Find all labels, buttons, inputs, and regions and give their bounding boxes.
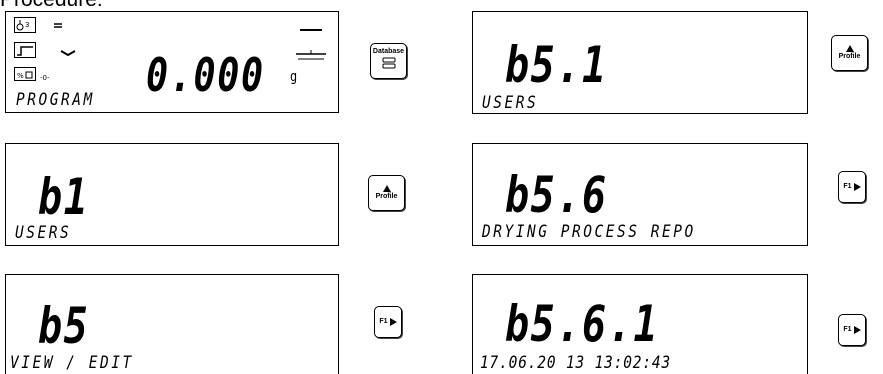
f1-button[interactable]: F1 bbox=[838, 314, 866, 346]
f1-label: F1 bbox=[843, 183, 852, 190]
arrow-right-icon bbox=[389, 318, 397, 326]
tare-icon bbox=[294, 26, 328, 73]
display-panel-b5-6-1: b5.6.1 17.06.20 13 13:02:43 bbox=[472, 274, 808, 374]
arrow-up-icon bbox=[382, 185, 391, 192]
display-panel-program: 3 % -0- 0.000 g PROGRAM bbox=[5, 11, 339, 113]
display-panel-b1: b1 USERS bbox=[5, 143, 339, 246]
profile-button[interactable]: Profile bbox=[368, 175, 405, 211]
menu-code: b5.6.1 bbox=[505, 295, 660, 353]
menu-code: b5.1 bbox=[505, 36, 608, 94]
profile-label: Profile bbox=[838, 53, 861, 60]
arrow-right-icon bbox=[853, 326, 861, 334]
percent-icon: % bbox=[14, 67, 36, 81]
menu-code: b1 bbox=[38, 168, 90, 226]
menu-label: USERS bbox=[482, 93, 539, 113]
f1-label: F1 bbox=[843, 326, 852, 333]
profile-button[interactable]: Profile bbox=[831, 35, 868, 71]
menu-code: b5.6 bbox=[505, 166, 608, 224]
pan-level-icon bbox=[60, 44, 76, 62]
menu-code: b5 bbox=[38, 297, 90, 355]
display-panel-b5-1: b5.1 USERS bbox=[472, 11, 808, 114]
f1-label: F1 bbox=[379, 318, 388, 325]
svg-text:%: % bbox=[17, 72, 24, 80]
battery-indicator-icon bbox=[53, 17, 63, 35]
drying-icon bbox=[14, 42, 36, 58]
date-time-readout: 17.06.20 13 13:02:43 bbox=[480, 353, 671, 373]
display-panel-b5: b5 VIEW / EDIT bbox=[5, 274, 339, 374]
f1-button[interactable]: F1 bbox=[838, 171, 866, 203]
database-button[interactable]: Database bbox=[370, 43, 407, 79]
menu-label: USERS bbox=[15, 223, 72, 243]
menu-label: DRYING PROCESS REPO bbox=[482, 222, 696, 242]
menu-label: VIEW / EDIT bbox=[10, 353, 134, 373]
weight-readout: 0.000 bbox=[146, 48, 265, 102]
menu-label: PROGRAM bbox=[16, 90, 95, 110]
f1-button[interactable]: F1 bbox=[374, 306, 402, 338]
database-icon bbox=[382, 56, 396, 74]
zero-indicator: -0- bbox=[40, 74, 50, 82]
arrow-right-icon bbox=[853, 183, 861, 191]
database-label: Database bbox=[372, 48, 405, 55]
profile-label: Profile bbox=[375, 193, 398, 200]
display-panel-b5-6: b5.6 DRYING PROCESS REPO bbox=[472, 143, 808, 246]
arrow-up-icon bbox=[845, 45, 854, 52]
thermometer-icon: 3 bbox=[14, 17, 36, 33]
svg-text:3: 3 bbox=[25, 21, 29, 29]
